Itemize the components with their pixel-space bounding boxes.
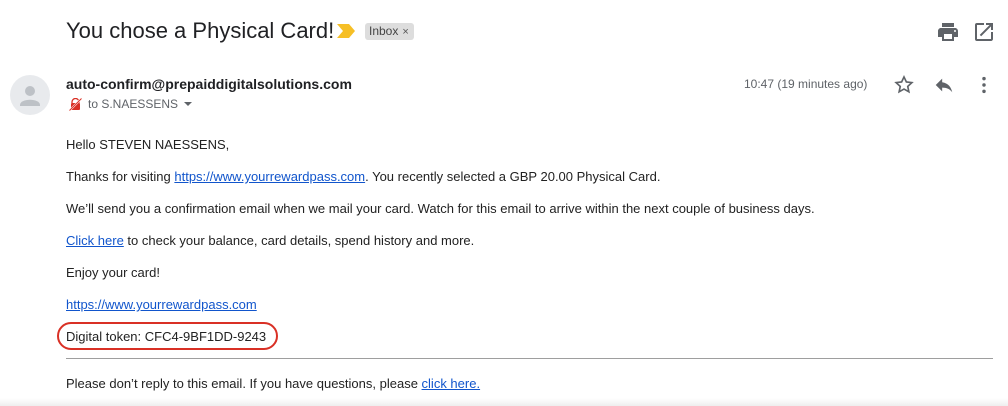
click-here-link[interactable]: Click here (66, 233, 124, 248)
footer-link-line: https://www.yourrewardpass.com (66, 297, 257, 313)
visit-paragraph: Thanks for visiting https://www.yourrewa… (66, 169, 660, 185)
reply-icon[interactable] (933, 74, 955, 96)
more-vertical-icon[interactable] (973, 74, 995, 96)
recipient-row[interactable]: to S.NAESSENS (69, 96, 193, 112)
inbox-label-text: Inbox (369, 24, 399, 38)
reply-notice-paragraph: Please don’t reply to this email. If you… (66, 376, 480, 392)
sender-address[interactable]: auto-confirm@prepaiddigitalsolutions.com (66, 76, 352, 92)
reply-notice-text: Please don’t reply to this email. If you… (66, 376, 422, 391)
visit-prefix: Thanks for visiting (66, 169, 175, 184)
remove-label-icon[interactable]: × (402, 26, 408, 38)
greeting-text: Hello STEVEN NAESSENS, (66, 137, 230, 152)
reply-click-here-link[interactable]: click here. (422, 376, 481, 391)
bottom-shadow (0, 398, 1008, 406)
inbox-label-chip[interactable]: Inbox × (365, 23, 414, 40)
important-marker-icon[interactable] (337, 24, 355, 38)
enjoy-text: Enjoy your card! (66, 265, 160, 280)
recipient-label: to S.NAESSENS (88, 97, 179, 111)
print-icon[interactable] (936, 20, 960, 44)
sender-avatar[interactable] (10, 75, 50, 115)
email-timestamp: 10:47 (19 minutes ago) (744, 77, 868, 91)
visit-suffix: . You recently selected a GBP 20.00 Phys… (365, 169, 661, 184)
confirmation-paragraph: We’ll send you a confirmation email when… (66, 201, 815, 216)
chevron-down-icon[interactable] (184, 102, 193, 106)
click-here-suffix: to check your balance, card details, spe… (123, 233, 475, 248)
rewardpass-link[interactable]: https://www.yourrewardpass.com (174, 169, 365, 184)
open-in-new-window-icon[interactable] (972, 20, 996, 44)
footer-divider (66, 358, 993, 359)
click-here-paragraph: Click here to check your balance, card d… (66, 233, 474, 249)
not-encrypted-icon[interactable] (69, 97, 82, 111)
footer-rewardpass-link[interactable]: https://www.yourrewardpass.com (66, 297, 257, 312)
default-avatar-icon (20, 86, 40, 106)
digital-token-text: Digital token: CFC4-9BF1DD-9243 (66, 329, 267, 344)
star-icon[interactable] (893, 74, 915, 96)
email-subject: You chose a Physical Card! (66, 18, 335, 43)
